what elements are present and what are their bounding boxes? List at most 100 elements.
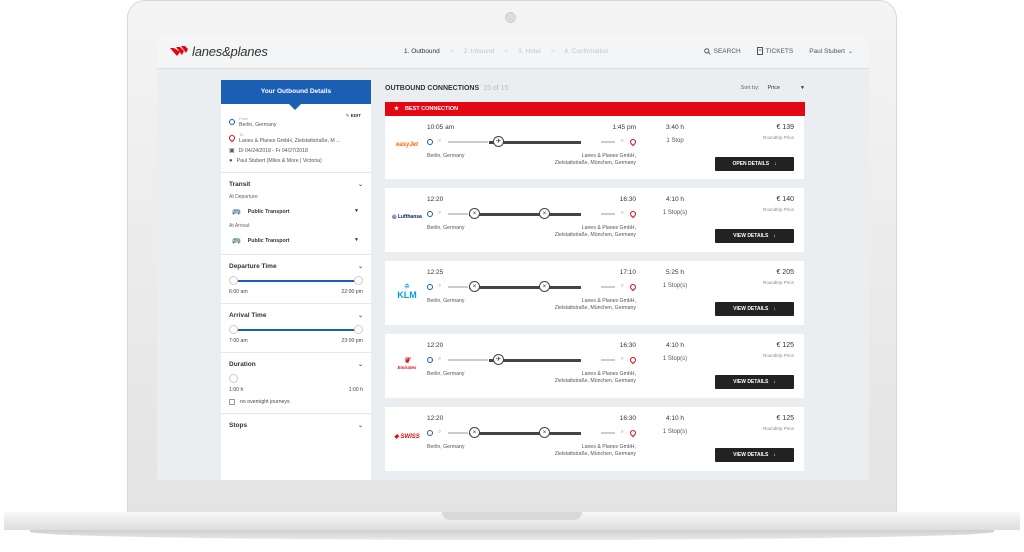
chevron-down-icon: ⌄ (357, 423, 363, 429)
stops-section: Stops ⌄ (221, 422, 371, 429)
price: € 139 (776, 124, 794, 131)
from-value: Berlin, Germany (239, 122, 277, 128)
connections-list: OUTBOUND CONNECTIONS 15 of 15 Sort by: Pr… (385, 80, 805, 480)
search-nav-button[interactable]: SEARCH (703, 48, 741, 55)
departure-time-slider[interactable] (229, 276, 363, 286)
transfer-icon: × (539, 281, 550, 292)
overnight-checkbox[interactable]: no overnight journeys (229, 399, 363, 405)
stop-count: 1 Stop(s) (662, 356, 688, 362)
chevron-down-icon: ⌄ (357, 313, 363, 319)
origin-location: Berlin, Germany (427, 371, 465, 377)
destination-pin-icon (628, 355, 638, 365)
departure-time: 12:20 (427, 415, 444, 422)
transfer-icon: × (539, 208, 550, 219)
origin-location: Berlin, Germany (427, 444, 465, 450)
price: € 205 (776, 269, 794, 276)
tickets-nav-button[interactable]: TICKETS (756, 47, 793, 55)
view-details-button[interactable]: VIEW DETAILS ↓ (715, 302, 794, 316)
price: € 125 (776, 415, 794, 422)
airline-logo-swiss: ◆ SWISS (394, 434, 420, 440)
step-outbound[interactable]: 1. Outbound (404, 48, 440, 55)
open-details-button[interactable]: OPEN DETAILS ↓ (715, 157, 794, 171)
outbound-details-sidebar: Your Outbound Details ✎ EDIT From Berlin,… (221, 80, 371, 480)
duration-section: Duration ⌄ 1:00 h 1:00 h no overnight jou… (221, 361, 371, 405)
roundtrip-label: Roundtrip Price (762, 280, 794, 285)
connection-card[interactable]: ♔ KLM 12:25 17:10 ⌕ × × ⌕ Berlin, Germany… (385, 261, 804, 325)
arrow-down-icon: ↓ (773, 233, 776, 239)
bus-icon: 🚌 (232, 208, 241, 215)
destination-pin-icon (227, 133, 237, 143)
stops-header[interactable]: Stops ⌄ (229, 422, 363, 429)
ticket-icon (756, 47, 763, 55)
sidebar-title: Your Outbound Details (221, 80, 371, 110)
arrival-time-header[interactable]: Arrival Time ⌄ (229, 312, 363, 319)
view-details-button[interactable]: VIEW DETAILS ↓ (715, 375, 794, 389)
chevron-down-icon: ⌄ (357, 264, 363, 270)
connection-card[interactable]: ❦ Emirates 12:20 16:30 ⌕ ✈ ⌕ Berlin, Germ… (385, 334, 804, 398)
origin-icon (427, 284, 433, 290)
arrival-transport-select[interactable]: 🚌 Public Transport ▼ (229, 234, 363, 246)
traveler-name: Paul Stubert (Miles & More | Victoria) (236, 158, 322, 164)
destination-pin-icon (628, 209, 638, 219)
destination-location: Lanes & Planes GmbH, Zielstattstraße, Mün… (554, 298, 636, 311)
slider-handle-min[interactable] (229, 325, 238, 334)
departure-transport-select[interactable]: 🚌 Public Transport ▼ (229, 205, 363, 217)
departure-time: 12:20 (427, 196, 444, 203)
slider-handle-min[interactable] (229, 276, 238, 285)
connection-card[interactable]: ◎ Lufthansa 12:20 16:30 ⌕ × × ⌕ Berlin, … (385, 188, 804, 252)
walk-icon: ⌕ (438, 210, 442, 216)
roundtrip-label: Roundtrip Price (762, 207, 794, 212)
step-confirmation[interactable]: 4. Confirmation (564, 48, 608, 55)
screen: lanes&planes 1. Outbound × 2. Inbound × … (157, 35, 869, 480)
view-details-button[interactable]: VIEW DETAILS ↓ (715, 448, 794, 462)
slider-handle[interactable] (229, 374, 238, 383)
destination-pin-icon (628, 282, 638, 292)
arrival-time-slider[interactable] (229, 325, 363, 335)
route-timeline: ⌕ ✈ ⌕ (427, 354, 638, 365)
step-hotel[interactable]: 3. Hotel (518, 48, 540, 55)
chevron-down-icon: ⌄ (357, 362, 363, 368)
slider-handle-max[interactable] (354, 276, 363, 285)
checkbox[interactable] (229, 399, 235, 405)
departure-time-header[interactable]: Departure Time ⌄ (229, 263, 363, 270)
origin-location: Berlin, Germany (427, 225, 465, 231)
arrival-time: 16:30 (619, 196, 636, 203)
slider-handle-max[interactable] (354, 325, 363, 334)
connection-card[interactable]: easyJet 10:05 am 1:45 pm ⌕ ✈ ⌕ Berlin, G… (385, 116, 804, 179)
user-menu[interactable]: Paul Stubert ⌄ (809, 48, 853, 55)
person-icon: ● (229, 158, 233, 164)
walk-icon: ⌕ (438, 283, 442, 289)
edit-button[interactable]: ✎ EDIT (346, 113, 361, 119)
bus-icon: 🚌 (232, 237, 241, 244)
at-arrival-label: At Arrival: (229, 223, 251, 229)
airline-logo-klm: ♔ KLM (397, 284, 417, 300)
walk-icon: ⌕ (438, 429, 442, 435)
departure-time: 12:25 (427, 269, 444, 276)
sort-select[interactable]: Price ▼ (768, 85, 805, 91)
view-details-button[interactable]: VIEW DETAILS ↓ (715, 229, 794, 243)
duration-slider[interactable] (229, 374, 363, 384)
travel-dates: Di 04/24/2018 - Fr 04/27/2018 (238, 148, 308, 154)
step-inbound[interactable]: 2. Inbound (464, 48, 495, 55)
travel-duration: 4:10 h (665, 342, 685, 349)
progress-steps: 1. Outbound × 2. Inbound × 3. Hotel × 4.… (404, 48, 608, 55)
logo[interactable]: lanes&planes (169, 44, 268, 59)
travel-duration: 3:40 h (665, 124, 685, 131)
connection-card[interactable]: ◆ SWISS 12:20 16:30 ⌕ × × ⌕ Berlin, Germ… (385, 407, 804, 471)
origin-icon (427, 139, 433, 145)
connections-title: OUTBOUND CONNECTIONS 15 of 15 (385, 84, 509, 92)
origin-icon (229, 119, 235, 125)
stop-count: 1 Stop(s) (662, 429, 688, 435)
transit-header[interactable]: Transit ⌄ (229, 181, 363, 188)
airline-logo-easyjet: easyJet (395, 142, 419, 148)
sort-label: Sort by: (740, 85, 760, 91)
arrow-down-icon: ↓ (773, 452, 776, 458)
price: € 125 (776, 342, 794, 349)
roundtrip-label: Roundtrip Price (762, 135, 794, 140)
arrival-min-value: 7:00 am (229, 338, 248, 344)
sort-control: Sort by: Price ▼ (741, 85, 805, 91)
walk-icon: ⌕ (438, 138, 442, 144)
duration-header[interactable]: Duration ⌄ (229, 361, 363, 368)
walk-icon: ⌕ (620, 356, 624, 362)
top-bar: lanes&planes 1. Outbound × 2. Inbound × … (157, 35, 869, 69)
